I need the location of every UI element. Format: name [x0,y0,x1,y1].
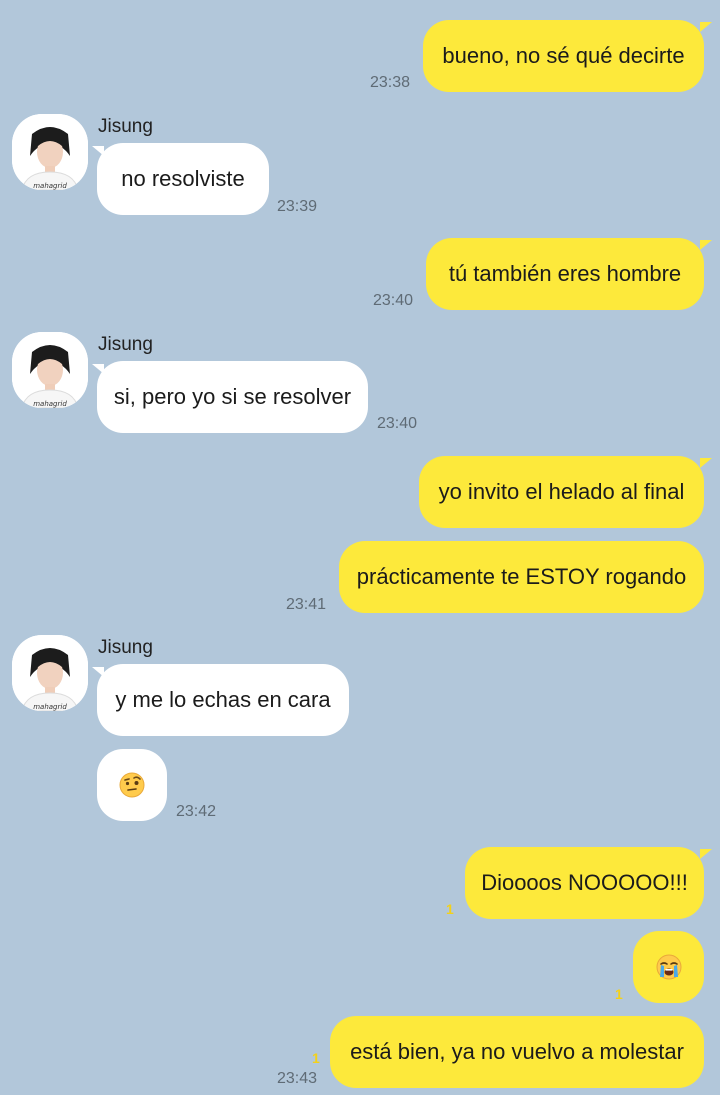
sender-name: Jisung [98,334,153,355]
unread-count: 1 [446,901,454,917]
sender-name: Jisung [98,637,153,658]
sent-message-bubble[interactable]: prácticamente te ESTOY rogando [339,541,704,613]
message-text: no resolviste [121,166,245,191]
message-time: 23:40 [373,292,414,309]
avatar-caption: mahagrid [33,400,67,408]
message-text: y me lo echas en cara [115,687,331,712]
received-message-bubble[interactable]: si, pero yo si se resolver [97,361,368,433]
message-time: 23:40 [377,415,418,432]
unread-count: 1 [312,1050,320,1066]
received-message-bubble[interactable]: no resolviste [97,143,269,215]
message-text: tú también eres hombre [448,261,682,286]
sent-message-bubble[interactable]: tú también eres hombre [426,238,704,310]
sent-emoji-bubble[interactable] [633,931,704,1003]
message-time: 23:38 [370,74,411,91]
unread-count: 1 [615,986,623,1002]
bubble-tail [700,458,712,468]
bubble-tail [700,849,712,859]
sent-message-bubble[interactable]: yo invito el helado al final [419,456,704,528]
message-time: 23:41 [286,596,327,613]
message-time: 23:39 [277,198,318,215]
chat-thread: bueno, no sé qué decirte 23:38 mahagrid … [0,0,720,1095]
message-text: Dioooos NOOOOO!!! [481,870,688,895]
loudly-crying-face-icon [656,954,681,980]
sender-name: Jisung [98,116,153,137]
bubble-tail [700,240,712,250]
avatar-caption: mahagrid [33,182,67,190]
sent-message-bubble[interactable]: Dioooos NOOOOO!!! [465,847,704,919]
avatar[interactable]: mahagrid [12,332,88,408]
profile-photo-icon: mahagrid [12,114,88,190]
message-text: prácticamente te ESTOY rogando [356,564,687,589]
message-text: está bien, ya no vuelvo a molestar [350,1039,684,1064]
face-with-raised-eyebrow-icon [119,772,145,798]
received-message-bubble[interactable]: y me lo echas en cara [97,664,349,736]
sent-message-bubble[interactable]: bueno, no sé qué decirte [423,20,704,92]
sent-message-bubble[interactable]: está bien, ya no vuelvo a molestar [330,1016,704,1088]
message-text: bueno, no sé qué decirte [442,43,685,68]
profile-photo-icon: mahagrid [12,332,88,408]
avatar[interactable]: mahagrid [12,114,88,190]
message-time: 23:42 [176,803,217,820]
message-text: si, pero yo si se resolver [113,384,352,409]
received-emoji-bubble[interactable] [97,749,167,821]
avatar-caption: mahagrid [33,703,67,711]
message-text: yo invito el helado al final [438,479,685,504]
message-time: 23:43 [277,1070,318,1087]
profile-photo-icon: mahagrid [12,635,88,711]
avatar[interactable]: mahagrid [12,635,88,711]
bubble-tail [700,22,712,32]
